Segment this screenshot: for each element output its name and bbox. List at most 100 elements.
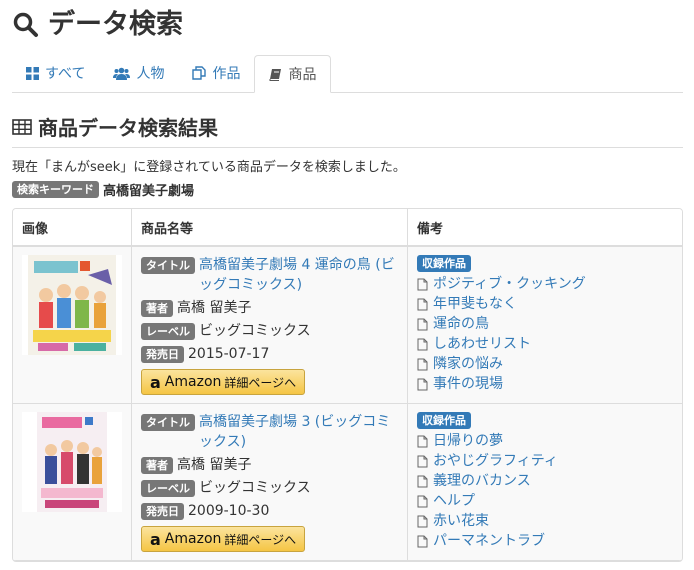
- list-item: おやじグラフィティ: [417, 451, 673, 471]
- amazon-label: Amazon: [164, 374, 222, 390]
- section-title: 商品データ検索結果: [12, 112, 218, 141]
- amazon-sub-label: 詳細ページへ: [224, 532, 297, 547]
- work-link[interactable]: 年甲斐もなく: [433, 294, 517, 314]
- list-item: ポジティブ・クッキング: [417, 274, 673, 294]
- release-date-value: 2015-07-17: [188, 346, 270, 362]
- tab-all-label: すべて: [45, 66, 86, 82]
- search-icon: [13, 12, 38, 37]
- table-header-row: 画像 商品名等 備考: [13, 209, 682, 247]
- work-link[interactable]: 日帰りの夢: [433, 431, 503, 451]
- title-badge: タイトル: [141, 257, 195, 274]
- list-item: 運命の鳥: [417, 314, 673, 334]
- tab-people[interactable]: 人物: [99, 55, 178, 91]
- file-icon: [417, 495, 428, 507]
- works-list: 日帰りの夢 おやじグラフィティ 義理のバカンス ヘルプ 赤い花束 パーマネントラ…: [417, 431, 673, 551]
- label-value: ビッグコミックス: [199, 323, 311, 339]
- work-link[interactable]: 運命の鳥: [433, 314, 489, 334]
- tab-products[interactable]: 商品: [254, 55, 332, 93]
- table-row: タイトル 高橋留美子劇場 4 運命の鳥 (ビッグコミックス) 著者 高橋 留美子…: [13, 247, 682, 404]
- work-link[interactable]: 隣家の悩み: [433, 354, 503, 374]
- file-icon: [417, 278, 428, 290]
- table-icon: [12, 118, 32, 135]
- list-item: 日帰りの夢: [417, 431, 673, 451]
- author-badge: 著者: [141, 457, 173, 474]
- cover-image[interactable]: [22, 255, 122, 355]
- tab-works[interactable]: 作品: [178, 55, 254, 91]
- amazon-detail-button[interactable]: a Amazon 詳細ページへ: [141, 369, 306, 395]
- list-item: 年甲斐もなく: [417, 294, 673, 314]
- work-link[interactable]: しあわせリスト: [433, 334, 531, 354]
- tab-products-label: 商品: [288, 67, 317, 83]
- product-info-cell: タイトル 高橋留美子劇場 4 運命の鳥 (ビッグコミックス) 著者 高橋 留美子…: [132, 247, 408, 404]
- product-title-link[interactable]: 高橋留美子劇場 3 (ビッグコミックス): [199, 412, 398, 452]
- file-icon: [417, 535, 428, 547]
- list-item: ヘルプ: [417, 491, 673, 511]
- release-date-badge: 発売日: [141, 346, 184, 363]
- results-table: 画像 商品名等 備考 タイトル 高橋留美子劇場 4 運命の鳥 (ビッグコミックス…: [12, 208, 683, 562]
- works-list: ポジティブ・クッキング 年甲斐もなく 運命の鳥 しあわせリスト 隣家の悩み 事件…: [417, 274, 673, 394]
- file-icon: [417, 358, 428, 370]
- file-icon: [417, 455, 428, 467]
- list-item: 隣家の悩み: [417, 354, 673, 374]
- book-cover-illustration: [37, 412, 107, 512]
- work-link[interactable]: おやじグラフィティ: [433, 451, 558, 471]
- author-row: 著者 高橋 留美子: [141, 455, 398, 475]
- file-icon: [417, 378, 428, 390]
- tab-works-label: 作品: [212, 66, 241, 82]
- keyword-badge: 検索キーワード: [12, 181, 99, 198]
- product-info-cell: タイトル 高橋留美子劇場 3 (ビッグコミックス) 著者 高橋 留美子 レーベル…: [132, 404, 408, 561]
- file-icon: [417, 515, 428, 527]
- section-divider: [12, 147, 683, 148]
- file-icon: [417, 338, 428, 350]
- file-icon: [417, 318, 428, 330]
- list-item: 事件の現場: [417, 374, 673, 394]
- notes-cell: 収録作品 日帰りの夢 おやじグラフィティ 義理のバカンス ヘルプ 赤い花束 パー…: [408, 404, 682, 561]
- label-row: レーベル ビッグコミックス: [141, 321, 398, 341]
- header-notes: 備考: [408, 209, 682, 247]
- amazon-sub-label: 詳細ページへ: [224, 375, 297, 390]
- author-badge: 著者: [141, 300, 173, 317]
- amazon-label: Amazon: [164, 531, 222, 547]
- amazon-detail-button[interactable]: a Amazon 詳細ページへ: [141, 526, 306, 552]
- list-item: 赤い花束: [417, 511, 673, 531]
- amazon-logo-icon: a: [150, 372, 161, 392]
- work-link[interactable]: ポジティブ・クッキング: [433, 274, 586, 294]
- search-description: 現在「まんがseek」に登録されている商品データを検索しました。: [12, 160, 406, 175]
- release-date-row: 発売日 2015-07-17: [141, 344, 398, 364]
- users-icon: [113, 67, 131, 80]
- release-date-value: 2009-10-30: [188, 503, 270, 519]
- product-title-link[interactable]: 高橋留美子劇場 4 運命の鳥 (ビッグコミックス): [199, 255, 398, 295]
- page-title-text: データ検索: [48, 9, 183, 40]
- list-item: パーマネントラブ: [417, 531, 673, 551]
- keyword-value: 高橋留美子劇場: [103, 184, 195, 199]
- header-product: 商品名等: [132, 209, 408, 247]
- work-link[interactable]: パーマネントラブ: [433, 531, 545, 551]
- work-link[interactable]: 義理のバカンス: [433, 471, 531, 491]
- book-cover-illustration: [28, 255, 116, 355]
- book-icon: [269, 68, 282, 81]
- release-date-badge: 発売日: [141, 503, 184, 520]
- list-item: 義理のバカンス: [417, 471, 673, 491]
- work-link[interactable]: 事件の現場: [433, 374, 503, 394]
- tab-all[interactable]: すべて: [12, 55, 99, 91]
- work-link[interactable]: ヘルプ: [433, 491, 475, 511]
- works-badge: 収録作品: [417, 412, 471, 429]
- file-icon: [417, 298, 428, 310]
- author-row: 著者 高橋 留美子: [141, 298, 398, 318]
- title-row: タイトル 高橋留美子劇場 4 運命の鳥 (ビッグコミックス): [141, 255, 398, 295]
- author-value: 高橋 留美子: [177, 457, 252, 473]
- works-badge: 収録作品: [417, 255, 471, 272]
- header-image: 画像: [13, 209, 132, 247]
- cover-image[interactable]: [22, 412, 122, 512]
- grid-icon: [26, 66, 39, 80]
- notes-cell: 収録作品 ポジティブ・クッキング 年甲斐もなく 運命の鳥 しあわせリスト 隣家の…: [408, 247, 682, 404]
- tab-people-label: 人物: [136, 66, 165, 82]
- title-badge: タイトル: [141, 414, 195, 431]
- title-row: タイトル 高橋留美子劇場 3 (ビッグコミックス): [141, 412, 398, 452]
- copy-icon: [192, 66, 207, 80]
- cover-cell: [13, 404, 132, 561]
- file-icon: [417, 435, 428, 447]
- work-link[interactable]: 赤い花束: [433, 511, 489, 531]
- cover-cell: [13, 247, 132, 404]
- keyword-line: 検索キーワード 高橋留美子劇場: [12, 180, 194, 199]
